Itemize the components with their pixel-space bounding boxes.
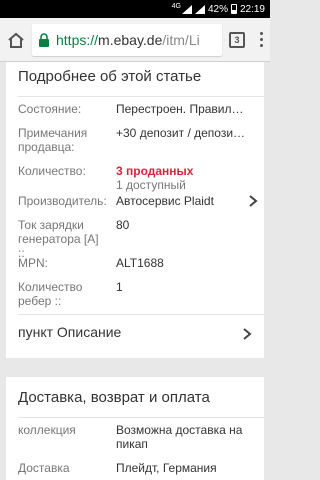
signal-icon bbox=[194, 4, 205, 14]
detail-label: Примечания продавца: bbox=[18, 126, 88, 154]
detail-label: Состояние: bbox=[18, 102, 82, 116]
shipping-card: Доставка, возврат и оплата коллекция Воз… bbox=[6, 377, 264, 480]
home-button[interactable] bbox=[0, 18, 32, 62]
detail-value: Автосервис Plaidt bbox=[116, 194, 214, 208]
tab-count: 3 bbox=[229, 31, 245, 48]
url-path: /itm/Li bbox=[162, 31, 200, 48]
detail-value: 1 bbox=[116, 280, 123, 294]
battery-percent: 42% bbox=[207, 3, 228, 15]
page-content: Подробнее об этой статье Состояние: Пере… bbox=[0, 62, 270, 480]
url-scheme: https:// bbox=[56, 31, 99, 48]
detail-label: Производитель: bbox=[18, 194, 107, 208]
home-icon bbox=[8, 32, 24, 48]
chevron-right-icon bbox=[249, 195, 258, 207]
details-title: Подробнее об этой статье bbox=[18, 68, 202, 85]
detail-value: ALT1688 bbox=[116, 256, 164, 270]
menu-button[interactable] bbox=[252, 18, 270, 62]
item-details-card: Подробнее об этой статье Состояние: Пере… bbox=[6, 62, 264, 358]
shipping-label: коллекция bbox=[18, 423, 76, 437]
divider bbox=[18, 96, 264, 97]
divider bbox=[18, 417, 264, 418]
divider bbox=[18, 314, 264, 315]
description-label: пункт Описание bbox=[18, 324, 122, 340]
available-count: 1 доступный bbox=[116, 178, 186, 192]
menu-dot bbox=[259, 38, 263, 41]
detail-label: Количество: bbox=[18, 164, 86, 178]
detail-value: Перестроен. Правильн... bbox=[116, 102, 248, 116]
detail-value: +30 депозит / депозит ... bbox=[116, 126, 248, 140]
detail-label: MPN: bbox=[18, 256, 48, 270]
lock-icon bbox=[39, 32, 49, 47]
shipping-title: Доставка, возврат и оплата bbox=[18, 389, 210, 406]
sold-count: 3 проданных bbox=[116, 164, 194, 178]
tab-switcher-button[interactable]: 3 bbox=[222, 18, 252, 62]
shipping-value: Плейдт, Германия bbox=[116, 461, 217, 475]
network-type: 4G bbox=[171, 2, 181, 10]
detail-value: 80 bbox=[116, 218, 130, 232]
detail-label: Количество ребер :: bbox=[18, 280, 83, 308]
chevron-right-icon bbox=[243, 328, 252, 340]
detail-row-manufacturer[interactable]: Производитель: Автосервис Plaidt bbox=[18, 194, 258, 210]
menu-dot bbox=[259, 44, 263, 47]
menu-dot bbox=[259, 32, 263, 35]
clock: 22:19 bbox=[239, 3, 265, 15]
shipping-label: Доставка bbox=[18, 461, 70, 475]
status-bar: 4G 42% 22:19 bbox=[0, 0, 270, 18]
item-description-link[interactable]: пункт Описание bbox=[18, 324, 252, 346]
detail-label: Ток зарядки генератора [A] :: bbox=[18, 218, 99, 260]
browser-toolbar: https://m.ebay.de/itm/Li 3 bbox=[0, 18, 270, 62]
signal-icon bbox=[181, 4, 192, 14]
shipping-value: Возможна доставка на пикап bbox=[116, 423, 243, 451]
url-field[interactable]: https://m.ebay.de/itm/Li bbox=[32, 23, 222, 56]
url-text: https://m.ebay.de/itm/Li bbox=[56, 32, 200, 48]
detail-value: 3 проданных 1 доступный bbox=[116, 164, 248, 192]
url-host: m.ebay.de bbox=[98, 31, 163, 48]
battery-icon bbox=[230, 4, 237, 14]
